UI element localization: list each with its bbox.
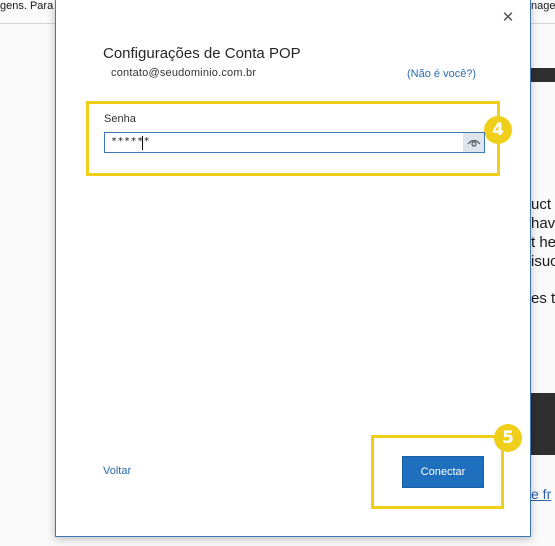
text-caret	[142, 136, 143, 150]
connect-button[interactable]: Conectar	[402, 456, 484, 488]
step-5-badge: 5	[494, 424, 522, 452]
account-email: contato@seudominio.com.br	[111, 67, 257, 79]
dialog-title: Configurações de Conta POP	[103, 45, 301, 62]
pop-account-dialog: ✕ Configurações de Conta POP contato@seu…	[55, 0, 531, 537]
background-line: isuc	[531, 253, 555, 270]
step-4-badge: 4	[484, 116, 512, 144]
background-line: t hea	[531, 234, 555, 251]
background-top-right-text: nage	[531, 0, 555, 12]
close-icon[interactable]: ✕	[500, 9, 516, 25]
not-you-link[interactable]: (Não é você?)	[407, 68, 476, 80]
password-value: ******	[111, 136, 151, 147]
password-field[interactable]: ******	[104, 132, 485, 153]
background-dark-bar	[531, 68, 555, 82]
background-line: uct	[531, 196, 552, 213]
eye-icon[interactable]	[463, 133, 484, 152]
back-link[interactable]: Voltar	[103, 465, 131, 477]
background-dark-block	[531, 393, 555, 455]
background-line: have	[531, 215, 555, 232]
background-top-text: gens. Para	[0, 0, 54, 12]
password-label: Senha	[104, 113, 136, 125]
background-link[interactable]: e fr	[531, 486, 551, 502]
background-line: es t	[531, 290, 555, 307]
